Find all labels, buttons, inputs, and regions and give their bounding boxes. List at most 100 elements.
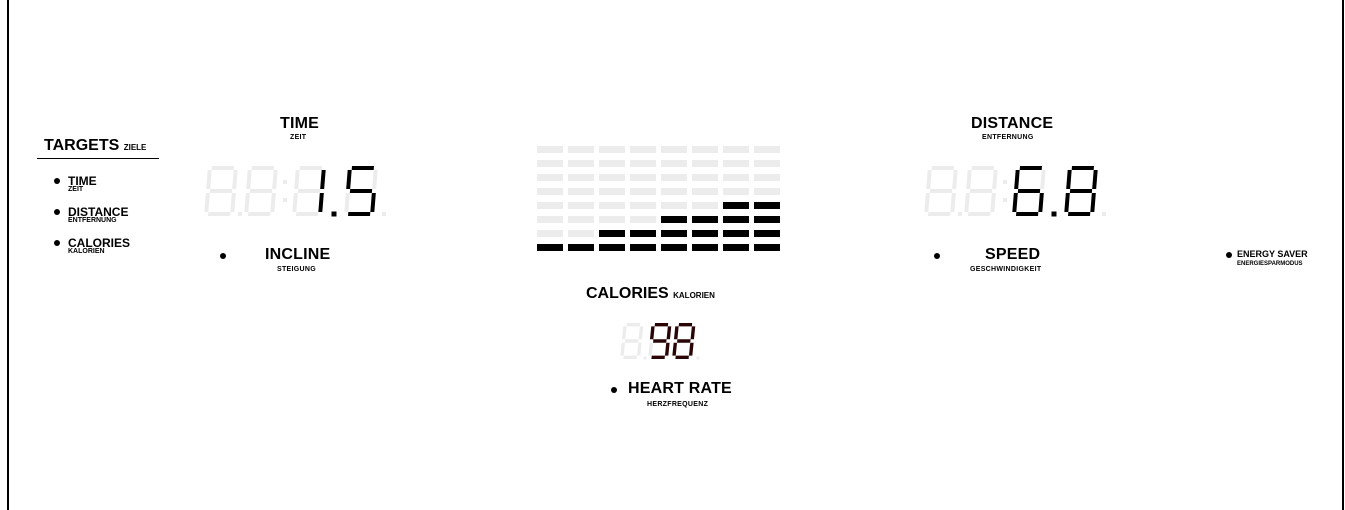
profile-bar-segment	[599, 174, 625, 181]
segment-f	[673, 326, 679, 340]
segment-b	[1040, 170, 1046, 189]
segment-c	[318, 193, 324, 212]
segment-b	[320, 170, 326, 189]
segment-g	[349, 189, 373, 193]
decimal-point	[382, 212, 386, 216]
profile-bar-segment	[692, 244, 718, 251]
targets-header: TARGETS ZIELE	[44, 137, 146, 155]
heart-rate-indicator-dot	[611, 387, 617, 393]
segment-b	[232, 170, 238, 189]
segment-g	[625, 339, 639, 343]
profile-bar-segment	[630, 174, 656, 181]
speed-sub-label: GESCHWINDIGKEIT	[970, 266, 1042, 273]
segment-b	[992, 170, 998, 189]
profile-bar-segment	[754, 230, 780, 237]
profile-bar-segment	[537, 202, 563, 209]
segment-b	[372, 170, 378, 189]
segment-a	[1019, 166, 1042, 170]
profile-bar-segment	[599, 216, 625, 223]
segment-f	[621, 326, 627, 340]
segment-a	[654, 323, 669, 327]
speed-indicator-dot	[934, 253, 940, 259]
profile-bar-segment	[723, 188, 749, 195]
segment-e	[344, 193, 350, 212]
incline-indicator-dot	[220, 253, 226, 259]
profile-bar-segment	[723, 160, 749, 167]
heart-rate-label: HEART RATE	[628, 380, 732, 397]
decimal-point	[238, 212, 242, 216]
segment-c	[1038, 193, 1044, 212]
profile-bar-segment	[599, 230, 625, 237]
segment-a	[678, 323, 693, 327]
profile-bar-segment	[537, 244, 563, 251]
profile-bar-segment	[568, 216, 594, 223]
segment-c	[270, 193, 276, 212]
profile-bar-segment	[537, 230, 563, 237]
profile-bar-segment	[568, 188, 594, 195]
segment-b	[666, 326, 672, 340]
profile-bar-segment	[599, 146, 625, 153]
segment-e	[292, 193, 298, 212]
profile-bar-segment	[692, 188, 718, 195]
segment-f	[1014, 170, 1020, 189]
profile-bar-segment	[754, 244, 780, 251]
segment-d	[208, 212, 231, 216]
segment-g	[969, 189, 993, 193]
distance-display	[924, 166, 1106, 217]
seven-seg-digit	[924, 166, 958, 216]
segment-d	[675, 355, 689, 359]
segment-g	[929, 189, 953, 193]
segment-d	[1068, 212, 1091, 216]
segment-c	[950, 193, 956, 212]
profile-bar-segment	[661, 146, 687, 153]
profile-bar-segment	[692, 202, 718, 209]
calories-label: CALORIES	[586, 285, 669, 302]
segment-e	[244, 193, 250, 212]
bullet-dot	[54, 240, 60, 246]
segment-g	[677, 339, 691, 343]
segment-a	[971, 166, 994, 170]
profile-bar-segment	[692, 160, 718, 167]
seven-seg-digit	[672, 323, 696, 359]
seven-seg-digit	[964, 166, 998, 216]
distance-label: DISTANCE	[971, 115, 1054, 132]
calories-header: CALORIES KALORIEN	[586, 285, 715, 303]
decimal-point	[643, 356, 647, 360]
heart-rate-sub-label: HERZFREQUENZ	[647, 401, 709, 408]
bullet-dot	[54, 209, 60, 215]
time-label: TIME	[280, 115, 320, 132]
seven-seg-digit	[1012, 166, 1046, 216]
profile-bar-segment	[754, 202, 780, 209]
segment-f	[649, 326, 655, 340]
profile-bar-segment	[599, 202, 625, 209]
profile-bar-segment	[723, 146, 749, 153]
target-item-sub: KALORIEN	[68, 248, 105, 255]
segment-a	[251, 166, 274, 170]
segment-b	[1092, 170, 1098, 189]
segment-f	[206, 170, 212, 189]
calories-display	[620, 323, 700, 360]
segment-f	[926, 170, 932, 189]
colon-dot	[283, 198, 287, 202]
profile-bar-segment	[692, 174, 718, 181]
targets-title-sub: ZIELE	[123, 143, 147, 152]
seven-seg-digit	[292, 166, 326, 216]
segment-d	[248, 212, 271, 216]
profile-bar-segment	[661, 202, 687, 209]
segment-d	[968, 212, 991, 216]
seven-seg-digit	[648, 323, 672, 359]
profile-bar-segment	[568, 174, 594, 181]
frame-right-border	[1342, 0, 1344, 510]
profile-bar-graph	[537, 146, 780, 256]
colon-dot	[283, 180, 287, 184]
profile-bar-segment	[568, 244, 594, 251]
profile-bar-segment	[568, 202, 594, 209]
segment-f	[966, 170, 972, 189]
segment-g	[297, 189, 321, 193]
profile-bar-segment	[754, 188, 780, 195]
profile-bar-segment	[630, 146, 656, 153]
segment-a	[351, 166, 374, 170]
segment-f	[294, 170, 300, 189]
seven-seg-digit	[204, 166, 238, 216]
incline-label: INCLINE	[265, 246, 331, 263]
